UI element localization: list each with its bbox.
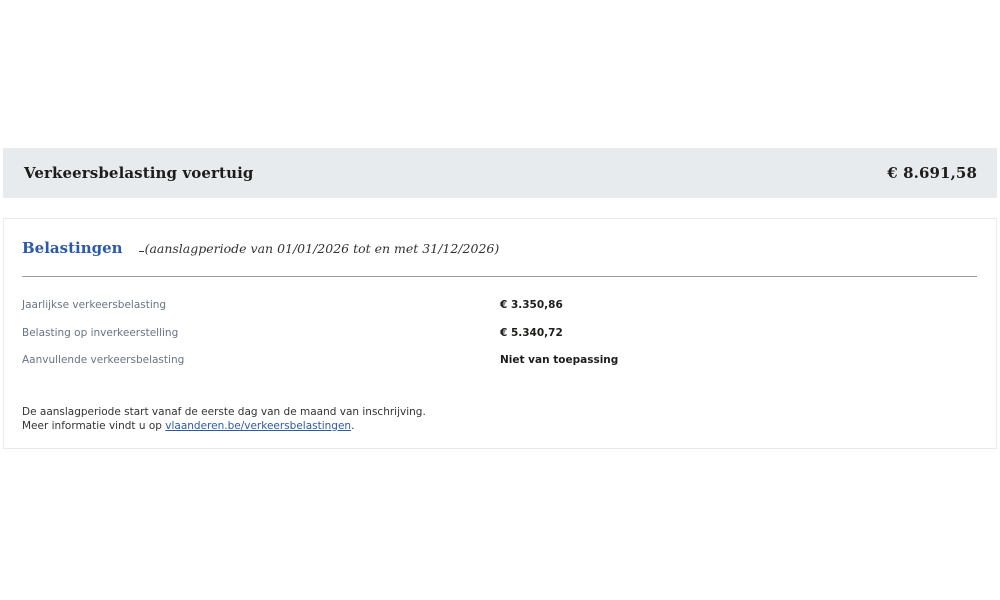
info-link[interactable]: vlaanderen.be/verkeersbelastingen xyxy=(165,420,351,432)
tax-row-value: € 5.340,72 xyxy=(500,326,563,339)
summary-title: Verkeersbelasting voertuig xyxy=(24,164,254,182)
panel-notes: De aanslagperiode start vanaf de eerste … xyxy=(22,405,426,433)
note-more-info: Meer informatie vindt u op vlaanderen.be… xyxy=(22,419,426,433)
note-period-start: De aanslagperiode start vanaf de eerste … xyxy=(22,406,426,418)
note-more-info-prefix: Meer informatie vindt u op xyxy=(22,420,166,432)
summary-total-amount: € 8.691,58 xyxy=(887,164,977,182)
tax-row-label: Aanvullende verkeersbelasting xyxy=(22,354,185,366)
period-marker xyxy=(138,251,144,252)
tax-row: Jaarlijkse verkeersbelasting € 3.350,86 xyxy=(22,299,977,327)
assessment-period-text: (aanslagperiode van 01/01/2026 tot en me… xyxy=(144,241,500,256)
taxes-panel: Belastingen (aanslagperiode van 01/01/20… xyxy=(3,218,997,449)
tax-row: Belasting op inverkeerstelling € 5.340,7… xyxy=(22,327,977,355)
panel-header: Belastingen (aanslagperiode van 01/01/20… xyxy=(22,239,499,257)
tax-row: Aanvullende verkeersbelasting Niet van t… xyxy=(22,354,977,382)
tax-row-value: Niet van toepassing xyxy=(500,354,619,366)
summary-bar: Verkeersbelasting voertuig € 8.691,58 xyxy=(3,148,997,198)
note-more-info-suffix: . xyxy=(351,420,355,432)
assessment-period: (aanslagperiode van 01/01/2026 tot en me… xyxy=(138,241,500,256)
panel-title: Belastingen xyxy=(22,239,123,257)
tax-row-label: Jaarlijkse verkeersbelasting xyxy=(22,299,167,311)
tax-row-label: Belasting op inverkeerstelling xyxy=(22,326,179,339)
tax-rows: Jaarlijkse verkeersbelasting € 3.350,86 … xyxy=(22,299,977,382)
tax-row-value: € 3.350,86 xyxy=(500,299,563,311)
panel-divider xyxy=(22,276,977,277)
